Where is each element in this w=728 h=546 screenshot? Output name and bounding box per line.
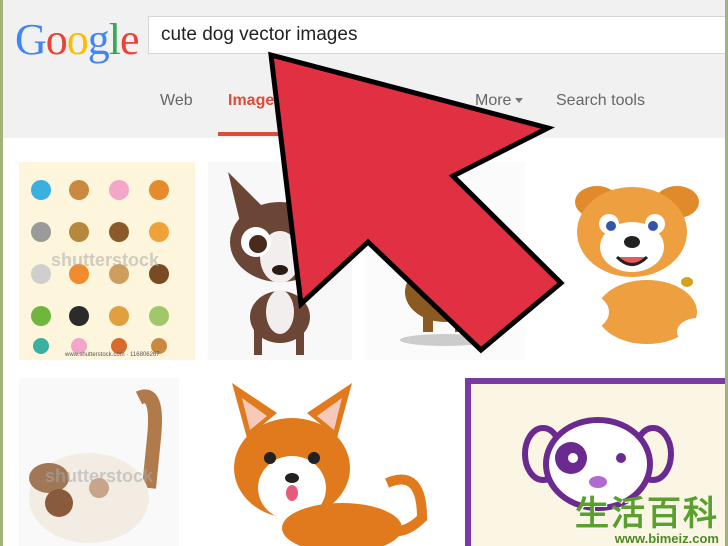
orange-puppy-illustration xyxy=(565,186,717,346)
search-tabs: Web Images More Search tools xyxy=(3,88,725,138)
image-result-spotted-puppy[interactable]: shutterstock xyxy=(19,378,179,546)
image-result-boston-terrier[interactable] xyxy=(208,162,352,360)
chevron-down-icon xyxy=(515,98,524,104)
search-input[interactable]: cute dog vector images xyxy=(148,16,725,54)
shutterstock-watermark: shutterstock xyxy=(51,250,160,270)
tab-more[interactable]: More xyxy=(475,92,524,110)
image-result-dog-collection[interactable]: shutterstock www.shutterstock.com · 1168… xyxy=(19,162,195,360)
brown-dog-illustration xyxy=(400,262,490,346)
image-caption: www.shutterstock.com · 116806267 xyxy=(65,352,160,358)
active-tab-indicator xyxy=(218,132,289,136)
image-result-orange-puppy[interactable] xyxy=(537,162,725,360)
tab-images[interactable]: Images xyxy=(228,92,283,110)
corgi-illustration xyxy=(232,383,428,546)
tab-more-label: More xyxy=(475,92,512,109)
image-result-brown-dog[interactable] xyxy=(365,162,525,360)
tab-search-tools[interactable]: Search tools xyxy=(556,92,645,110)
tab-web[interactable]: Web xyxy=(160,92,193,110)
search-header: Google cute dog vector images Web Images… xyxy=(3,0,725,139)
shutterstock-watermark-2: shutterstock xyxy=(45,466,154,486)
spotted-puppy-illustration xyxy=(29,389,162,543)
image-result-corgi[interactable] xyxy=(192,378,452,546)
boston-terrier-illustration xyxy=(228,172,330,355)
google-logo[interactable]: Google xyxy=(15,14,140,65)
image-results-grid: shutterstock www.shutterstock.com · 1168… xyxy=(3,138,725,546)
site-watermark: 生活百科 www.bimeiz.com xyxy=(575,486,719,546)
google-images-page: Google cute dog vector images Web Images… xyxy=(0,0,728,546)
site-watermark-chinese: 生活百科 xyxy=(575,495,719,533)
